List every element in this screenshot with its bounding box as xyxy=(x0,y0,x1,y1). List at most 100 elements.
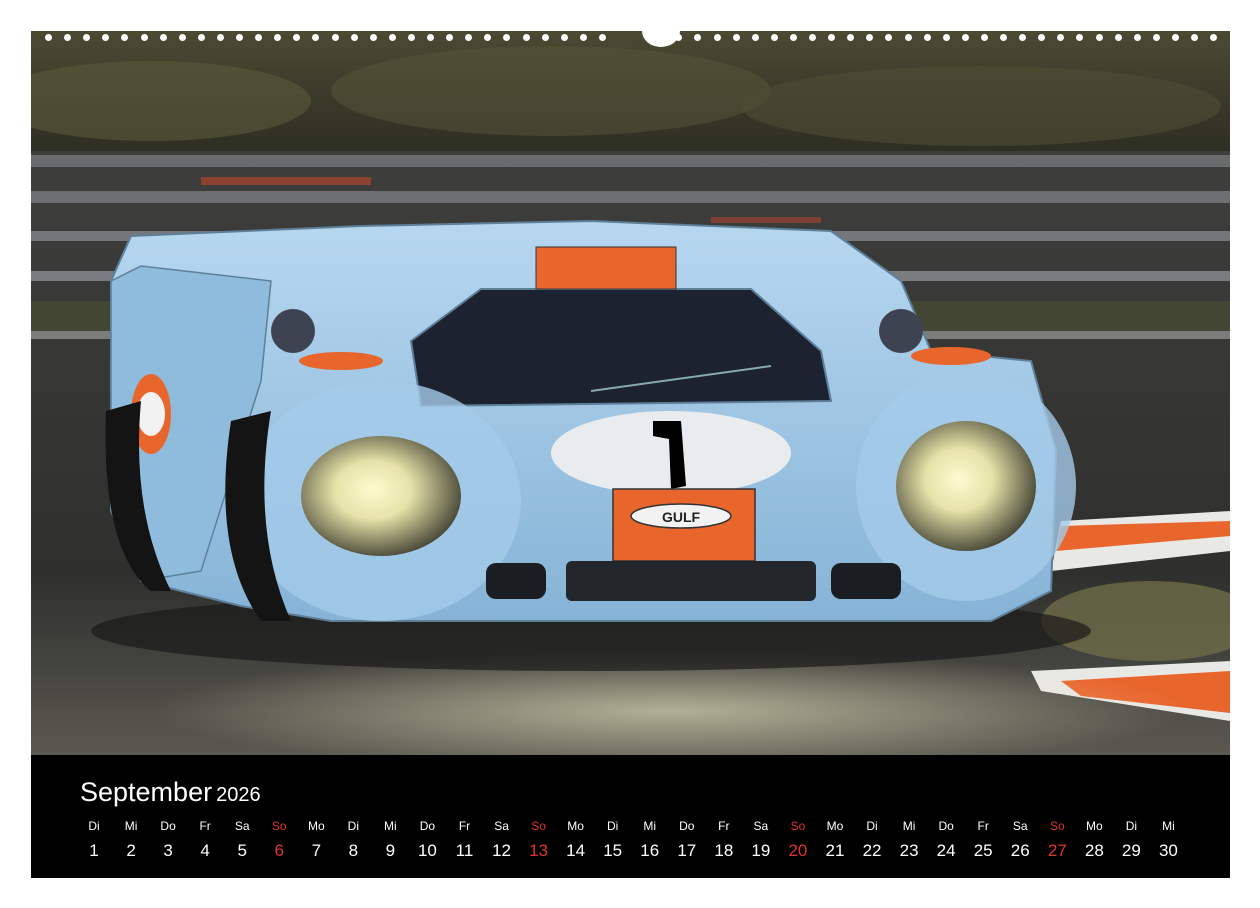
binding-hole xyxy=(484,34,492,41)
weekday-label: Mo xyxy=(567,819,584,833)
binding-hole xyxy=(427,34,434,41)
weekday-label: So xyxy=(531,819,546,833)
date-number: 10 xyxy=(417,841,437,860)
weekday-label: Mi xyxy=(643,819,657,833)
date-number: 21 xyxy=(825,841,845,860)
date-number: 12 xyxy=(492,841,511,860)
binding-hole xyxy=(809,34,816,41)
weekday-label: Di xyxy=(88,819,100,833)
binding-hole xyxy=(140,34,148,41)
binding-hole xyxy=(789,34,797,41)
weekday-label: So xyxy=(271,819,287,833)
calendar-strip: September 2026 Di 1 Mi 2 Do 3 Fr 4 Sa 5 So 6 Mo 7 Di 8 Mi… xyxy=(31,755,1230,878)
binding-hole xyxy=(866,34,874,41)
binding-hole xyxy=(197,34,205,41)
binding-hole xyxy=(159,34,167,41)
date-number: 5 xyxy=(237,841,247,860)
binding-hole xyxy=(1152,34,1160,41)
hanger-hole xyxy=(642,15,680,47)
binding-hole xyxy=(216,34,224,41)
weekday-label: Di xyxy=(347,819,360,833)
date-number: 8 xyxy=(348,841,359,860)
gulf-logo: GULF xyxy=(662,509,701,525)
weekday-label: Fr xyxy=(977,819,989,833)
binding-hole xyxy=(1019,34,1027,41)
date-number: 7 xyxy=(311,841,322,860)
binding-hole xyxy=(1191,34,1198,41)
weekday-label: Mo xyxy=(307,819,325,833)
date-number: 28 xyxy=(1084,841,1104,860)
binding-hole xyxy=(503,34,511,41)
binding-hole xyxy=(1095,34,1103,41)
binding-hole xyxy=(770,34,778,41)
weekday-label: Do xyxy=(679,819,695,833)
weekday-label: Fr xyxy=(718,819,730,833)
weekday-label: Mo xyxy=(826,819,844,833)
binding-hole xyxy=(579,34,587,41)
weekday-label: Sa xyxy=(1012,819,1028,833)
binding-hole xyxy=(713,34,721,41)
month-name: September xyxy=(80,777,213,807)
binding-hole xyxy=(751,34,759,41)
date-number: 23 xyxy=(899,841,919,860)
date-number: 29 xyxy=(1121,841,1141,860)
binding-hole xyxy=(64,34,72,41)
weekday-label: Mi xyxy=(1162,819,1175,833)
binding-hole xyxy=(1210,34,1218,41)
date-number: 14 xyxy=(566,841,586,860)
weekday-label: Fr xyxy=(199,819,211,833)
date-number: 2 xyxy=(126,841,136,860)
weekday-label: Do xyxy=(938,819,954,833)
weekday-label: Di xyxy=(607,819,619,833)
binding-hole xyxy=(541,34,549,41)
binding-hole xyxy=(675,34,683,41)
binding-hole xyxy=(369,34,377,41)
date-number: 9 xyxy=(385,841,396,860)
date-number: 25 xyxy=(973,841,993,860)
weekday-label: So xyxy=(1049,819,1065,833)
weekday-label: Sa xyxy=(234,819,250,833)
binding-hole xyxy=(102,34,110,41)
binding-hole xyxy=(350,34,358,41)
weekday-label: Do xyxy=(160,819,176,833)
binding-hole xyxy=(847,34,855,41)
race-car-painting: GULF xyxy=(31,31,1230,755)
weekday-label: Di xyxy=(1125,819,1138,833)
binding-hole xyxy=(885,34,893,41)
date-number: 6 xyxy=(274,841,284,860)
date-number: 18 xyxy=(714,841,734,860)
date-number: 15 xyxy=(603,841,623,860)
binding-hole xyxy=(45,34,52,41)
weekday-label: Di xyxy=(866,819,878,833)
date-number: 4 xyxy=(200,841,210,860)
binding-hole xyxy=(1133,34,1141,41)
binding-hole xyxy=(1038,34,1046,41)
binding-hole xyxy=(331,34,339,41)
binding-hole xyxy=(388,34,396,41)
binding-hole xyxy=(446,34,454,41)
weekday-label: Mi xyxy=(124,819,138,833)
binding-hole xyxy=(560,34,568,41)
binding-hole xyxy=(1000,34,1007,41)
weekday-label: Mo xyxy=(1086,819,1103,833)
date-number: 1 xyxy=(89,841,99,860)
binding-hole xyxy=(923,34,931,41)
date-number: 30 xyxy=(1158,841,1178,860)
binding-hole xyxy=(598,34,606,41)
weekday-label: Sa xyxy=(494,819,509,833)
date-number: 16 xyxy=(640,841,660,860)
binding-hole xyxy=(1076,34,1084,41)
binding-hole xyxy=(312,34,320,41)
binding-hole xyxy=(961,34,969,41)
binding-hole xyxy=(904,34,912,41)
binding-hole xyxy=(274,34,282,41)
spiral-binding xyxy=(31,15,1230,47)
date-number: 11 xyxy=(455,841,474,860)
date-number: 17 xyxy=(677,841,697,860)
binding-hole xyxy=(1171,34,1179,41)
date-number: 26 xyxy=(1010,841,1030,860)
binding-hole xyxy=(255,34,263,41)
binding-hole xyxy=(293,34,301,41)
binding-hole xyxy=(942,34,950,41)
binding-hole xyxy=(732,34,740,41)
